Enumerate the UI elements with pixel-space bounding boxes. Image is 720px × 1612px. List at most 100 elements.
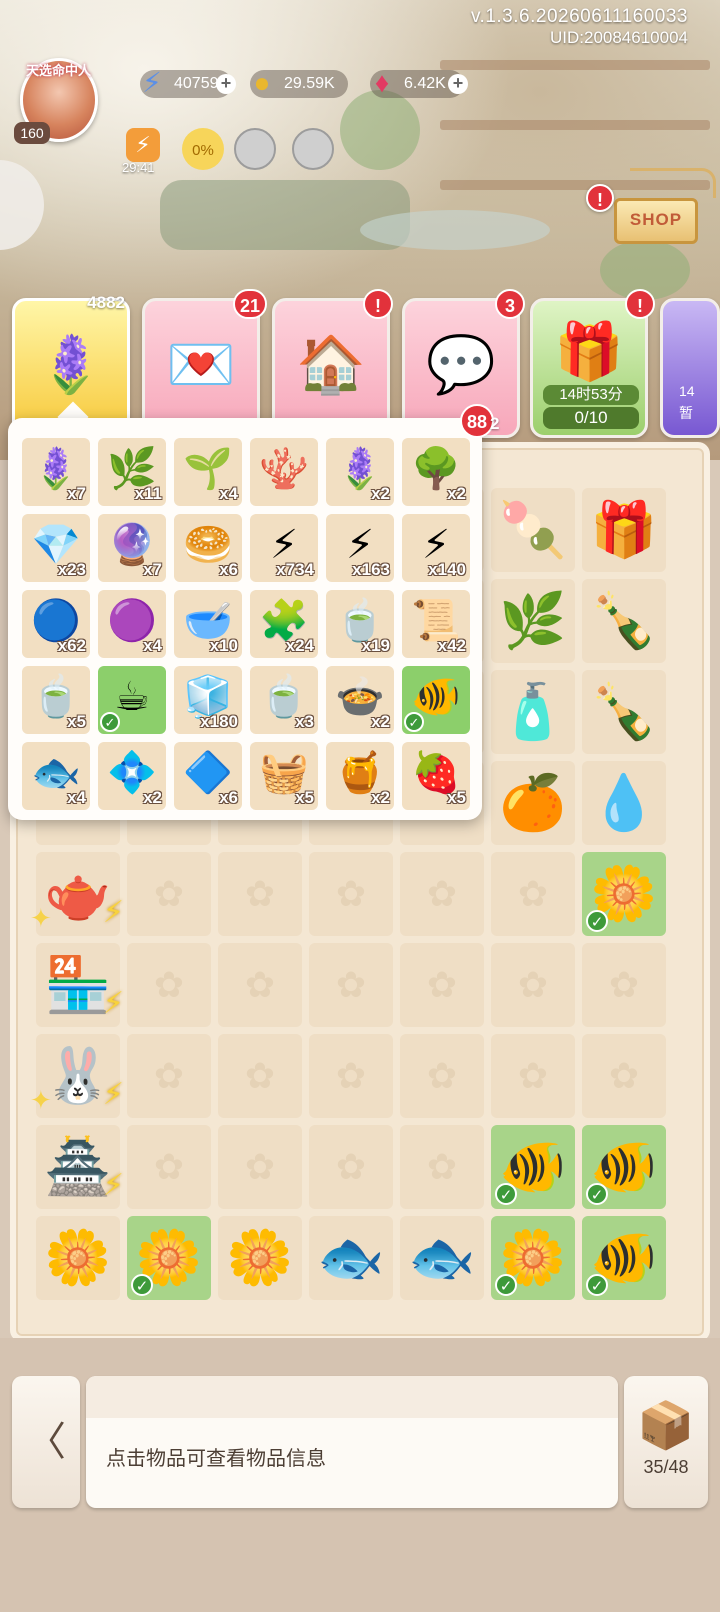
inventory-slot[interactable]: 🪸 [250,438,318,506]
board-item-cell[interactable]: 🌼 ✓ [491,1216,575,1300]
storage-button[interactable]: 📦 35/48 [624,1376,708,1508]
item-quantity: x23 [57,560,86,579]
board-item-cell[interactable]: 🌼 [218,1216,302,1300]
inventory-slot[interactable]: 🥯 x6 [174,514,242,582]
board-empty-cell[interactable]: ✿ [127,943,211,1027]
board-empty-cell[interactable]: ✿ [218,852,302,936]
tab-house[interactable]: 🏠 ! [272,289,393,438]
item-quantity: x24 [285,636,314,655]
inventory-slot[interactable]: 🧩 x24 [250,590,318,658]
board-empty-cell[interactable]: ✿ [218,943,302,1027]
inventory-slot[interactable]: 🍓 x5 [402,742,470,810]
board-item-cell[interactable]: 🌼 ✓ [127,1216,211,1300]
board-empty-cell[interactable]: ✿ [491,1034,575,1118]
board-item-cell[interactable]: 🐰 ⚡ ✦ [30,1034,124,1118]
boost-up-icon[interactable]: 0% [182,128,224,170]
inventory-slot[interactable]: 🍵 x19 [326,590,394,658]
chat-icon: 💬 [426,332,496,396]
energy-counter[interactable]: ⚡ 40759 + [140,67,236,98]
board-empty-cell[interactable]: ✿ [491,943,575,1027]
board-empty-cell[interactable]: ✿ [309,943,393,1027]
coin-counter[interactable]: ● 29.59K [250,67,348,98]
inventory-slot[interactable]: 🔷 x6 [174,742,242,810]
board-empty-cell[interactable]: ✿ [218,1125,302,1209]
board-item-cell[interactable]: 🫖 ⚡ ✦ [30,852,124,936]
board-empty-cell[interactable]: ✿ [127,1125,211,1209]
board-item-icon: 🍾 [590,591,658,651]
board-item-cell[interactable]: 🎁 [582,488,666,572]
flower-placeholder-icon: ✿ [335,964,367,1005]
inventory-slot[interactable]: 🟣 x4 [98,590,166,658]
board-empty-cell[interactable]: ✿ [309,1034,393,1118]
flower-placeholder-icon: ✿ [335,1055,367,1096]
inventory-slot[interactable]: 🐠 ✓ [402,666,470,734]
board-item-cell[interactable]: 🌼 [36,1216,120,1300]
board-empty-cell[interactable]: ✿ [400,1034,484,1118]
inventory-slot[interactable]: 🌿 x11 [98,438,166,506]
inventory-slot[interactable]: 🍯 x2 [326,742,394,810]
board-item-cell[interactable]: 🍡 [491,488,575,572]
inventory-slot[interactable]: 🍵 x5 [22,666,90,734]
gem-icon: ♦ [374,67,390,98]
add-gems-button[interactable]: + [448,74,468,94]
inventory-slot[interactable]: 📜 x42 [402,590,470,658]
board-empty-cell[interactable]: ✿ [400,1125,484,1209]
inventory-slot[interactable]: 🧊 x180 [174,666,242,734]
board-item-cell[interactable]: 💧 [582,761,666,845]
inventory-slot[interactable]: 🐟 x4 [22,742,90,810]
board-empty-cell[interactable]: ✿ [309,852,393,936]
board-item-cell[interactable]: 🍾 [582,670,666,754]
board-empty-cell[interactable]: ✿ [582,1034,666,1118]
board-empty-cell[interactable]: ✿ [582,943,666,1027]
inventory-slot[interactable]: 🧺 x5 [250,742,318,810]
inventory-slot[interactable]: 🔵 x62 [22,590,90,658]
inventory-slot[interactable]: 🥣 x10 [174,590,242,658]
item-quantity: x180 [200,712,238,731]
board-item-cell[interactable]: 🍾 [582,579,666,663]
board-item-cell[interactable]: 🏪 ⚡ [36,943,124,1027]
board-empty-cell[interactable]: ✿ [218,1034,302,1118]
board-empty-cell[interactable]: ✿ [400,852,484,936]
board-item-cell[interactable]: 🌼 ✓ [582,852,666,936]
board-empty-cell[interactable]: ✿ [309,1125,393,1209]
add-energy-button[interactable]: + [216,74,236,94]
flower-placeholder-icon: ✿ [153,1146,185,1187]
board-item-cell[interactable]: 🐠 ✓ [582,1216,666,1300]
inventory-slot[interactable]: 🔮 x7 [98,514,166,582]
inventory-slot[interactable]: 🪻 x7 [22,438,90,506]
board-item-cell[interactable]: 🍊 [491,761,575,845]
check-icon: ✓ [100,712,120,732]
inventory-slot[interactable]: 🍵 x3 [250,666,318,734]
board-item-cell[interactable]: 🏯 ⚡ [36,1125,124,1209]
inventory-slot[interactable]: 🌱 x4 [174,438,242,506]
board-item-cell[interactable]: 🐟 [309,1216,393,1300]
inventory-slot[interactable]: ⚡ x163 [326,514,394,582]
board-empty-cell[interactable]: ✿ [400,943,484,1027]
back-button[interactable]: 〈 [12,1376,80,1508]
inventory-slot[interactable]: ☕ ✓ [98,666,166,734]
tab-letters[interactable]: 💌 21 [142,289,267,438]
inventory-slot[interactable]: 💎 x23 [22,514,90,582]
board-item-cell[interactable]: 🐠 ✓ [491,1125,575,1209]
inventory-slot[interactable]: 💠 x2 [98,742,166,810]
inventory-slot[interactable]: 🌳 x2 [402,438,470,506]
board-empty-cell[interactable]: ✿ [127,852,211,936]
board-empty-cell[interactable]: ✿ [491,852,575,936]
gem-counter[interactable]: ♦ 6.42K + [370,67,468,98]
board-item-icon: 🧴 [499,682,567,742]
board-item-cell[interactable]: 🌿 [491,579,575,663]
inventory-slot[interactable]: 🍲 x2 [326,666,394,734]
tab-gift[interactable]: 🎁 ! 14时53分 0/10 [530,289,655,438]
board-empty-cell[interactable]: ✿ [127,1034,211,1118]
tab-purple-event[interactable]: 14 暂 [660,298,720,438]
inventory-slot[interactable]: ⚡ x140 [402,514,470,582]
energy-boost-icon[interactable]: ⚡ [126,128,160,162]
shop-button[interactable]: SHOP [614,198,698,244]
locked-boost-icon[interactable] [234,128,276,170]
board-item-cell[interactable]: 🧴 [491,670,575,754]
inventory-slot[interactable]: 🪻 x2 [326,438,394,506]
board-item-cell[interactable]: 🐠 ✓ [582,1125,666,1209]
inventory-slot[interactable]: ⚡ x734 [250,514,318,582]
board-item-cell[interactable]: 🐟 [400,1216,484,1300]
locked-boost-icon[interactable] [292,128,334,170]
